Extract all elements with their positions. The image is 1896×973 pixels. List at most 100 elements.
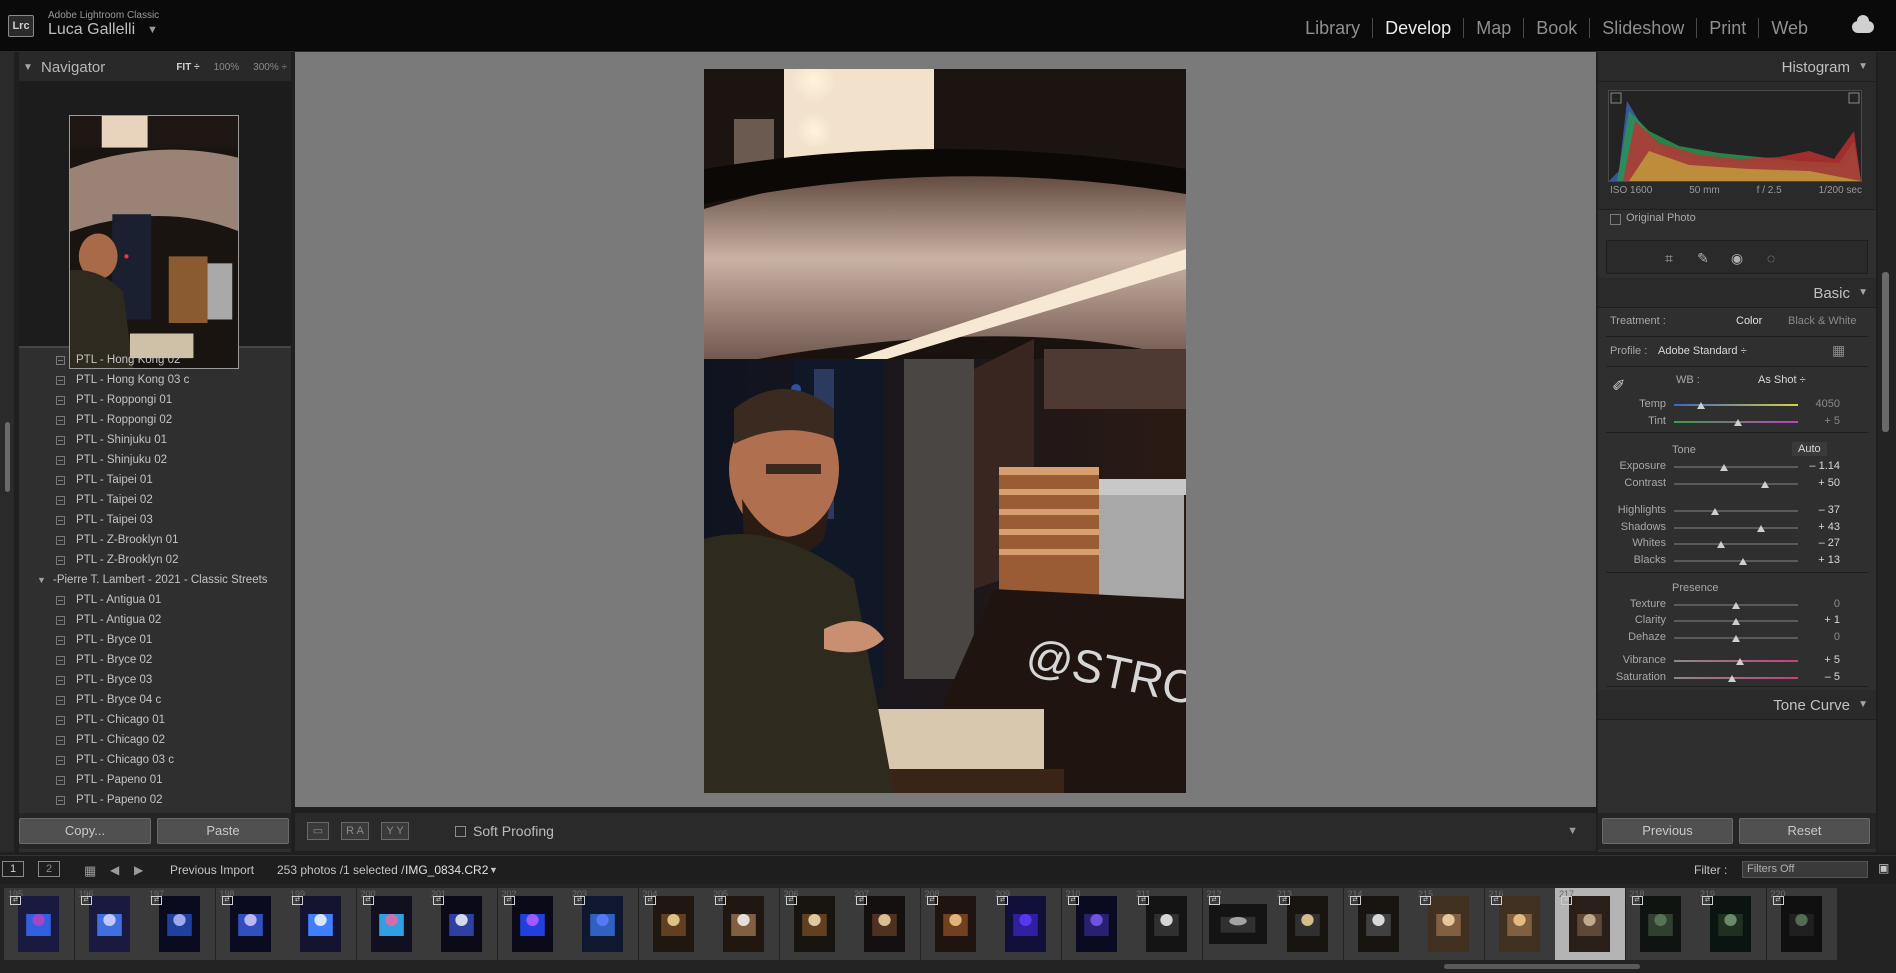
preset-item[interactable]: PTL - Chicago 01 — [19, 710, 291, 730]
preset-item[interactable]: PTL - Taipei 03 — [19, 510, 291, 530]
preset-item[interactable]: PTL - Hong Kong 03 c — [19, 370, 291, 390]
filmstrip-thumbnail[interactable]: 205 ⇄ — [709, 888, 779, 960]
slider-value[interactable]: – 5 — [1804, 671, 1840, 683]
forward-arrow-icon[interactable]: ▶ — [134, 863, 143, 877]
filmstrip-thumbnail[interactable]: 211 ⇄ — [1132, 888, 1202, 960]
user-name[interactable]: Luca Gallelli — [48, 21, 135, 39]
zoom-300[interactable]: 300% ÷ — [253, 62, 287, 73]
reset-button[interactable]: Reset — [1739, 818, 1870, 844]
preset-item[interactable]: PTL - Bryce 01 — [19, 630, 291, 650]
slider-value[interactable]: + 43 — [1804, 521, 1840, 533]
filmstrip-thumbnail[interactable]: 200 ⇄ — [356, 888, 427, 960]
treatment-bw[interactable]: Black & White — [1788, 315, 1856, 327]
slider-handle[interactable] — [1717, 541, 1726, 548]
slider-value[interactable]: 4050 — [1804, 398, 1840, 410]
preset-item[interactable]: PTL - Z-Brooklyn 02 — [19, 550, 291, 570]
before-after-yy[interactable]: Y Y — [381, 822, 409, 840]
slider-track[interactable] — [1674, 560, 1798, 562]
module-book[interactable]: Book — [1523, 18, 1589, 38]
masking-icon[interactable]: ◌ — [1763, 250, 1779, 266]
filmstrip-thumbnail[interactable]: 218 ⇄ — [1625, 888, 1696, 960]
slider-track[interactable] — [1674, 483, 1798, 485]
profile-browser-icon[interactable]: ▦ — [1832, 342, 1845, 359]
module-map[interactable]: Map — [1463, 18, 1523, 38]
preset-item[interactable]: PTL - Shinjuku 02 — [19, 450, 291, 470]
module-print[interactable]: Print — [1696, 18, 1758, 38]
filmstrip-scrollbar[interactable] — [1444, 964, 1640, 969]
left-scrollbar[interactable] — [5, 422, 10, 492]
cloud-icon[interactable] — [1852, 15, 1874, 33]
filmstrip-thumbnail[interactable]: 215 ⇄ — [1414, 888, 1484, 960]
slider-handle[interactable] — [1734, 419, 1743, 426]
loupe-view-icon[interactable]: ▭ — [307, 822, 329, 840]
zoom-fit[interactable]: FIT ÷ — [176, 62, 199, 73]
grid-icon[interactable]: ▦ — [84, 863, 96, 879]
right-scrollbar[interactable] — [1878, 52, 1896, 852]
module-slideshow[interactable]: Slideshow — [1589, 18, 1696, 38]
filmstrip-thumbnail[interactable]: 201 ⇄ — [427, 888, 497, 960]
source-label[interactable]: Previous Import — [170, 863, 254, 877]
slider-handle[interactable] — [1710, 508, 1719, 515]
photo-workspace[interactable]: @STROOPBROS — [295, 52, 1596, 807]
filmstrip-thumbnail[interactable]: 206 ⇄ — [779, 888, 850, 960]
filmstrip-thumbnail[interactable]: 204 ⇄ — [638, 888, 709, 960]
preset-item[interactable]: PTL - Taipei 01 — [19, 470, 291, 490]
slider-handle[interactable] — [1732, 635, 1740, 642]
toolbar-menu-caret-icon[interactable]: ▼ — [1567, 825, 1578, 837]
previous-button[interactable]: Previous — [1602, 818, 1733, 844]
filmstrip-thumbnail[interactable]: 210 ⇄ — [1061, 888, 1132, 960]
preset-item[interactable]: PTL - Chicago 03 c — [19, 750, 291, 770]
tone-curve-header[interactable]: Tone Curve ▼ — [1598, 690, 1876, 720]
before-after-ra[interactable]: R A — [341, 822, 369, 840]
module-develop[interactable]: Develop — [1372, 18, 1463, 38]
slider-value[interactable]: 0 — [1804, 631, 1840, 643]
crop-icon[interactable]: ⌗ — [1661, 250, 1677, 266]
slider-value[interactable]: + 5 — [1804, 654, 1840, 666]
slider-track[interactable] — [1674, 466, 1798, 468]
slider-track[interactable] — [1674, 510, 1798, 512]
preset-item[interactable]: PTL - Papeno 01 — [19, 770, 291, 790]
preset-item[interactable]: PTL - Roppongi 01 — [19, 390, 291, 410]
filmstrip-thumbnail[interactable]: 199 ⇄ — [286, 888, 356, 960]
slider-value[interactable]: – 1.14 — [1804, 460, 1840, 472]
preset-item[interactable]: PTL - Chicago 02 — [19, 730, 291, 750]
slider-handle[interactable] — [1735, 658, 1744, 665]
original-photo-checkbox[interactable] — [1610, 214, 1621, 225]
filmstrip-thumbnail[interactable]: 216 ⇄ — [1484, 888, 1555, 960]
histogram-header[interactable]: Histogram ▼ — [1598, 52, 1876, 82]
navigator-preview[interactable] — [19, 82, 291, 369]
preset-item[interactable]: PTL - Bryce 03 — [19, 670, 291, 690]
slider-handle[interactable] — [1732, 602, 1740, 609]
filmstrip-thumbnail[interactable]: 213 ⇄ — [1273, 888, 1343, 960]
slider-track[interactable] — [1674, 543, 1798, 545]
slider-handle[interactable] — [1756, 525, 1765, 532]
zoom-100[interactable]: 100% — [214, 62, 240, 73]
preset-item[interactable]: PTL - Shinjuku 01 — [19, 430, 291, 450]
module-library[interactable]: Library — [1293, 18, 1372, 38]
preset-item[interactable]: PTL - Antigua 01 — [19, 590, 291, 610]
slider-handle[interactable] — [1732, 618, 1740, 625]
preset-item[interactable]: PTL - Z-Brooklyn 01 — [19, 530, 291, 550]
slider-handle[interactable] — [1739, 558, 1748, 565]
preset-item[interactable]: PTL - Antigua 02 — [19, 610, 291, 630]
expand-triangle-icon[interactable]: ▼ — [37, 570, 46, 590]
slider-value[interactable]: + 5 — [1804, 415, 1840, 427]
histogram-graph[interactable] — [1608, 90, 1862, 182]
slider-track[interactable] — [1674, 527, 1798, 529]
filmstrip-thumbnail[interactable]: 203 ⇄ — [568, 888, 638, 960]
navigator-header[interactable]: ▼ Navigator FIT ÷ 100% 300% ÷ — [19, 52, 291, 82]
filmstrip-thumbnail[interactable]: 217 ⇄ — [1555, 888, 1625, 960]
filmstrip-thumbnail[interactable]: 208 ⇄ — [920, 888, 991, 960]
selected-filename[interactable]: IMG_0834.CR2 — [405, 863, 488, 877]
filmstrip-thumbnail[interactable]: 220 ⇄ — [1766, 888, 1837, 960]
screen-2-button[interactable]: 2 — [38, 861, 60, 877]
collapse-triangle-icon[interactable]: ▼ — [23, 62, 33, 73]
filmstrip-thumbnail[interactable]: 219 ⇄ — [1696, 888, 1766, 960]
caret-down-icon[interactable]: ▼ — [147, 24, 158, 36]
collapse-triangle-icon[interactable]: ▼ — [1858, 699, 1868, 710]
basic-header[interactable]: Basic ▼ — [1598, 278, 1876, 308]
preset-item[interactable]: PTL - Taipei 02 — [19, 490, 291, 510]
module-web[interactable]: Web — [1758, 18, 1820, 38]
collapse-triangle-icon[interactable]: ▼ — [1858, 287, 1868, 298]
slider-value[interactable]: + 13 — [1804, 554, 1840, 566]
